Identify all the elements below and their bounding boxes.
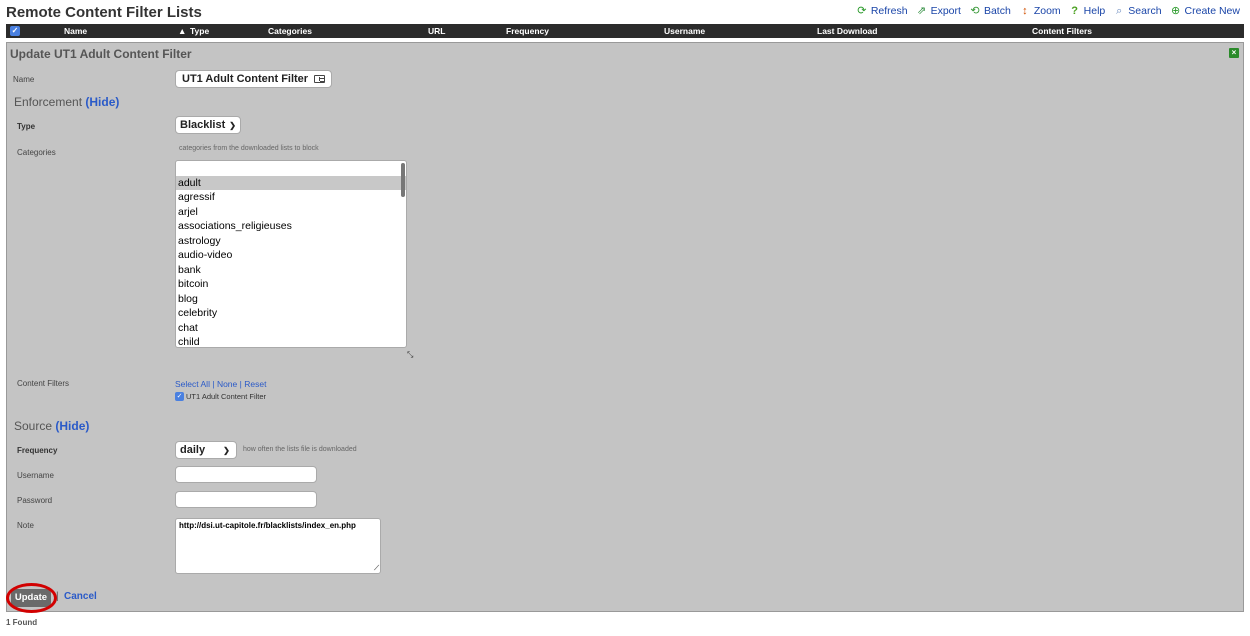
scrollbar-thumb[interactable] <box>401 163 405 197</box>
search-icon: ⌕ <box>1116 5 1123 17</box>
categories-label: Categories <box>17 148 56 157</box>
select-all-checkbox[interactable]: ✓ <box>10 26 20 36</box>
refresh-icon: ⟳ <box>857 5 867 17</box>
list-item[interactable] <box>176 161 406 176</box>
checkbox-checked-icon[interactable]: ✓ <box>175 392 184 401</box>
zoom-icon: ↕ <box>1022 5 1028 17</box>
list-item[interactable]: celebrity <box>176 306 406 321</box>
search-button[interactable]: ⌕ Search <box>1113 5 1161 17</box>
categories-hint: categories from the downloaded lists to … <box>179 145 319 152</box>
password-input[interactable] <box>175 491 317 508</box>
batch-button[interactable]: ⟲ Batch <box>969 5 1010 17</box>
frequency-hint: how often the lists file is downloaded <box>243 446 357 453</box>
name-field[interactable]: UT1 Adult Content Filter <box>175 70 333 88</box>
create-new-button[interactable]: ⊕ Create New <box>1170 5 1240 17</box>
batch-icon: ⟲ <box>970 5 980 17</box>
select-all-link[interactable]: Select All <box>175 379 210 389</box>
enforcement-hide-link[interactable]: (Hide) <box>85 95 119 109</box>
none-link[interactable]: None <box>217 379 237 389</box>
column-type[interactable]: Type <box>190 26 209 36</box>
resize-handle-icon[interactable]: ⤡ <box>407 350 413 360</box>
content-filters-label: Content Filters <box>17 379 70 388</box>
sort-ascending-icon: ▲ <box>178 26 187 36</box>
type-select[interactable]: Blacklist ❯ <box>175 116 241 134</box>
result-count: 1 Found <box>6 618 38 627</box>
list-item[interactable]: blog <box>176 292 406 307</box>
list-item[interactable]: bank <box>176 263 406 278</box>
help-icon: ? <box>1071 5 1079 17</box>
frequency-select[interactable]: daily ❯ <box>175 441 237 459</box>
toolbar: ⟳ Refresh ⇗ Export ⟲ Batch ↕ Zoom ? Help ⌕ Sea… <box>856 5 1240 17</box>
content-filter-option[interactable]: ✓ UT1 Adult Content Filter <box>175 392 266 401</box>
reset-link[interactable]: Reset <box>244 379 266 389</box>
column-username[interactable]: Username <box>664 26 705 36</box>
note-label: Note <box>17 521 34 530</box>
panel-title: Update UT1 Adult Content Filter <box>10 47 192 61</box>
close-icon[interactable]: × <box>1229 48 1239 58</box>
list-item[interactable]: child <box>176 335 406 347</box>
source-heading: Source (Hide) <box>14 419 90 433</box>
column-frequency[interactable]: Frequency <box>506 26 549 36</box>
edit-panel: Update UT1 Adult Content Filter × Name U… <box>6 42 1244 613</box>
list-item[interactable]: agressif <box>176 190 406 205</box>
list-item[interactable]: arjel <box>176 205 406 220</box>
list-item[interactable]: astrology <box>176 234 406 249</box>
note-textarea[interactable]: http://dsi.ut-capitole.fr/blacklists/ind… <box>175 518 381 574</box>
column-url[interactable]: URL <box>428 26 445 36</box>
list-item[interactable]: associations_religieuses <box>176 219 406 234</box>
categories-listbox[interactable]: adult agressif arjel associations_religi… <box>175 160 407 348</box>
list-item[interactable]: bitcoin <box>176 277 406 292</box>
username-label: Username <box>17 471 54 480</box>
column-content-filters[interactable]: Content Filters <box>1032 26 1092 36</box>
column-categories[interactable]: Categories <box>268 26 312 36</box>
type-label: Type <box>17 122 36 131</box>
chevron-down-icon: ❯ <box>223 446 230 455</box>
export-icon: ⇗ <box>916 5 927 17</box>
list-item[interactable]: chat <box>176 321 406 336</box>
id-card-icon[interactable] <box>314 75 326 83</box>
column-name[interactable]: Name <box>64 26 87 36</box>
chevron-down-icon: ❯ <box>229 121 236 130</box>
help-button[interactable]: ? Help <box>1069 5 1105 17</box>
source-hide-link[interactable]: (Hide) <box>55 419 89 433</box>
page-title: Remote Content Filter Lists <box>6 4 202 21</box>
username-input[interactable] <box>175 466 317 483</box>
list-item[interactable]: audio-video <box>176 248 406 263</box>
resize-handle-icon[interactable]: ⟋ <box>374 565 379 573</box>
highlight-ring <box>6 583 57 613</box>
zoom-button[interactable]: ↕ Zoom <box>1019 5 1061 17</box>
content-filter-links: Select All | None | Reset <box>175 379 267 389</box>
frequency-label: Frequency <box>17 446 58 455</box>
refresh-button[interactable]: ⟳ Refresh <box>856 5 907 17</box>
column-last-download[interactable]: Last Download <box>817 26 877 36</box>
password-label: Password <box>17 496 53 505</box>
cancel-link[interactable]: Cancel <box>64 591 97 602</box>
plus-circle-icon: ⊕ <box>1170 5 1181 17</box>
export-button[interactable]: ⇗ Export <box>916 5 961 17</box>
enforcement-heading: Enforcement (Hide) <box>14 95 120 109</box>
list-item[interactable]: adult <box>176 175 406 190</box>
name-label: Name <box>13 75 35 84</box>
column-header-bar: ✓ Name ▲ Type Categories URL Frequency U… <box>6 24 1244 38</box>
